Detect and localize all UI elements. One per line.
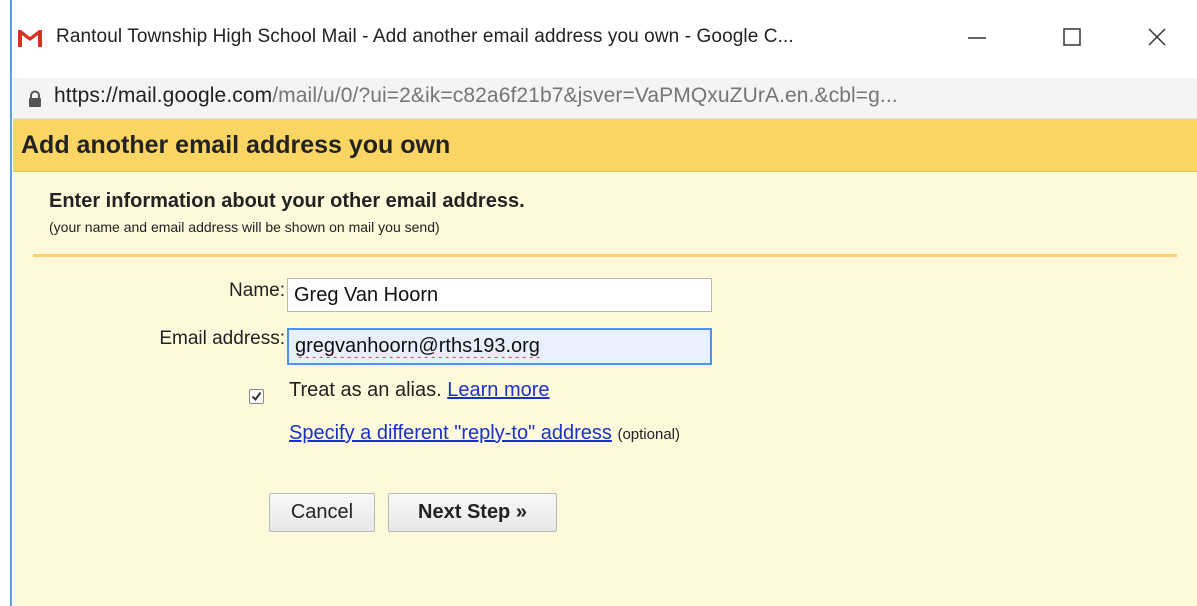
learn-more-link[interactable]: Learn more <box>447 379 549 401</box>
url-host: https://mail.google.com <box>54 84 273 107</box>
optional-label: (optional) <box>617 426 680 443</box>
cancel-button[interactable]: Cancel <box>269 493 375 532</box>
section-subheading: (your name and email address will be sho… <box>49 219 440 235</box>
next-step-button[interactable]: Next Step » <box>388 493 557 532</box>
replyto-row: Specify a different "reply-to" address (… <box>289 422 680 445</box>
section-heading: Enter information about your other email… <box>49 190 525 212</box>
maximize-icon <box>1063 28 1081 46</box>
url-path: /mail/u/0/?ui=2&ik=c82a6f21b7&jsver=VaPM… <box>272 84 898 107</box>
close-icon <box>1148 28 1166 46</box>
dialog-header: Add another email address you own <box>13 119 1197 172</box>
alias-checkbox[interactable] <box>249 389 264 404</box>
maximize-button[interactable] <box>1048 18 1098 58</box>
dialog-body: Enter information about your other email… <box>13 172 1197 606</box>
window-title: Rantoul Township High School Mail - Add … <box>56 26 794 47</box>
edge-line <box>10 0 12 606</box>
lock-icon <box>29 90 41 107</box>
window-titlebar[interactable]: Rantoul Township High School Mail - Add … <box>13 0 1197 78</box>
name-input[interactable] <box>287 278 712 312</box>
alias-row: Treat as an alias. Learn more <box>289 379 550 402</box>
minimize-button[interactable] <box>953 18 1003 58</box>
gmail-icon <box>17 28 43 48</box>
name-label: Name: <box>229 280 285 301</box>
email-label: Email address: <box>159 328 285 349</box>
address-bar[interactable]: https://mail.google.com/mail/u/0/?ui=2&i… <box>13 78 1197 119</box>
minimize-icon <box>968 37 986 39</box>
close-button[interactable] <box>1133 18 1183 58</box>
url-text[interactable]: https://mail.google.com/mail/u/0/?ui=2&i… <box>54 84 898 108</box>
replyto-link[interactable]: Specify a different "reply-to" address <box>289 422 612 444</box>
window-left-edge <box>0 0 13 606</box>
checkmark-icon <box>251 391 262 402</box>
dialog-title: Add another email address you own <box>21 131 451 159</box>
alias-label: Treat as an alias. <box>289 379 442 401</box>
email-input[interactable] <box>287 328 712 365</box>
divider <box>33 254 1177 257</box>
